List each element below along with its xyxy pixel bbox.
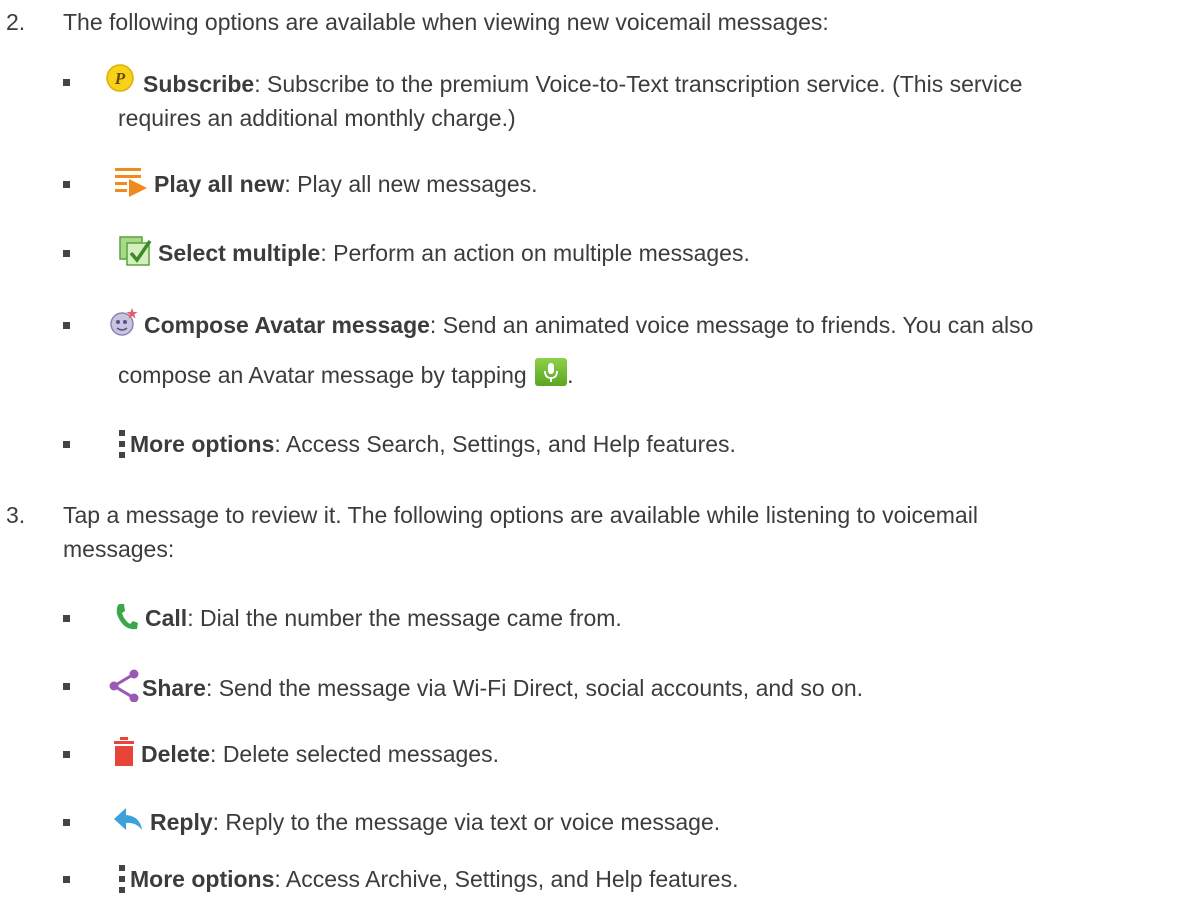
delete-icon — [113, 736, 135, 776]
bullet-square — [63, 751, 70, 758]
step-text: Tap a message to review it. The followin… — [63, 502, 978, 528]
item-description: : Reply to the message via text or voice… — [212, 809, 721, 835]
item-description: : Access Search, Settings, and Help feat… — [274, 431, 736, 457]
step-number: 3. — [6, 502, 26, 528]
share-icon — [108, 668, 140, 710]
step-text: The following options are available when… — [63, 9, 829, 35]
step-3: 3. Tap a message to review it. The follo… — [0, 498, 1170, 566]
item-description: : Subscribe to the premium Voice-to-Text… — [254, 71, 1023, 97]
item-description: : Send an animated voice message to frie… — [429, 312, 1034, 338]
item-title: Call — [145, 605, 188, 631]
voice-recorder-button — [535, 358, 568, 386]
more-options-icon — [118, 864, 126, 901]
bullet-square — [63, 250, 70, 257]
avatar-icon — [108, 307, 138, 347]
bullet-square — [63, 441, 70, 448]
bullet-square — [63, 181, 70, 188]
item-description-cont: compose an Avatar message by tapping . — [118, 357, 1180, 393]
item-title: Subscribe — [143, 71, 255, 97]
item-title: More options — [130, 431, 275, 457]
play-all-icon — [114, 166, 148, 206]
more-options-icon — [118, 429, 126, 466]
item-description: : Access Archive, Settings, and Help fea… — [274, 866, 739, 892]
bullet-square — [63, 615, 70, 622]
item-title: Compose Avatar message — [144, 312, 430, 338]
select-multiple-icon — [118, 235, 152, 275]
item-title: Play all new — [154, 171, 285, 197]
item-title: More options — [130, 866, 275, 892]
item-title: Select multiple — [158, 240, 321, 266]
reply-icon — [112, 806, 144, 844]
item-description: : Dial the number the message came from. — [187, 605, 622, 631]
item-title: Share — [142, 675, 206, 701]
item-description: : Send the message via Wi-Fi Direct, soc… — [205, 675, 864, 701]
item-description: : Perform an action on multiple messages… — [320, 240, 750, 266]
item-description: : Play all new messages. — [284, 171, 538, 197]
step-text-cont: messages: — [63, 536, 175, 562]
step-2: 2. The following options are available w… — [0, 5, 1170, 39]
item-title: Delete — [141, 741, 211, 767]
bullet-square — [63, 876, 70, 883]
item-title: Reply — [150, 809, 213, 835]
svg-text:P: P — [114, 69, 126, 88]
bullet-square — [63, 322, 70, 329]
bullet-square — [63, 819, 70, 826]
step-number: 2. — [6, 9, 26, 35]
call-icon — [113, 602, 139, 640]
bullet-square — [63, 79, 70, 86]
item-description: : Delete selected messages. — [210, 741, 499, 767]
item-description-cont: requires an additional monthly charge.) — [118, 105, 516, 131]
bullet-square — [63, 683, 70, 690]
